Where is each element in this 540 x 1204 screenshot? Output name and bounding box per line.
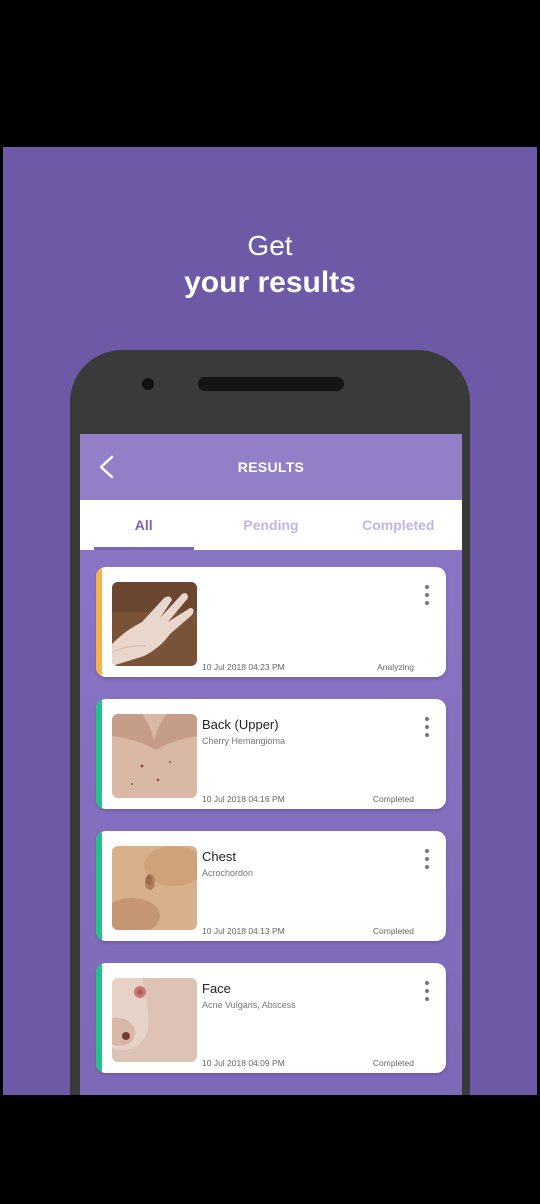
result-card[interactable]: 10 Jul 2018 04:23 PM Analyzing	[96, 567, 446, 677]
back-skin-photo-image	[112, 714, 197, 798]
result-card[interactable]: Face Acne Vulgaris, Abscess 10 Jul 2018 …	[96, 963, 446, 1073]
status-indicator-bar	[96, 831, 102, 941]
status-indicator-bar	[96, 699, 102, 809]
result-thumbnail	[112, 582, 197, 666]
result-thumbnail	[112, 714, 197, 798]
results-list: 10 Jul 2018 04:23 PM Analyzing Back (Upp…	[96, 567, 446, 1095]
face-skin-photo-image	[112, 978, 197, 1062]
speaker-grille	[198, 377, 344, 391]
camera-icon	[142, 378, 154, 390]
result-body-location: Back (Upper)	[202, 717, 279, 732]
result-status: Analyzing	[377, 662, 414, 672]
result-body-location: Chest	[202, 849, 236, 864]
more-vertical-icon[interactable]	[420, 717, 434, 737]
status-indicator-bar	[96, 567, 102, 677]
result-diagnosis: Acne Vulgaris, Abscess	[202, 1000, 296, 1010]
result-card[interactable]: Chest Acrochordon 10 Jul 2018 04:13 PM C…	[96, 831, 446, 941]
result-datetime: 10 Jul 2018 04:23 PM	[202, 662, 285, 672]
headline: Get your results	[3, 229, 537, 301]
headline-line2: your results	[184, 266, 356, 299]
result-thumbnail	[112, 978, 197, 1062]
result-diagnosis: Acrochordon	[202, 868, 254, 878]
result-diagnosis: Cherry Hemangioma	[202, 736, 286, 746]
phone-mockup: RESULTS All Pending Completed 10 Jul 201…	[70, 350, 470, 1095]
chest-skin-photo-image	[112, 846, 197, 930]
tab-completed[interactable]: Completed	[335, 500, 462, 550]
more-vertical-icon[interactable]	[420, 585, 434, 605]
chevron-left-icon[interactable]	[96, 455, 118, 479]
more-vertical-icon[interactable]	[420, 849, 434, 869]
tab-bar: All Pending Completed	[80, 500, 462, 550]
more-vertical-icon[interactable]	[420, 981, 434, 1001]
headline-line1: Get	[247, 230, 293, 261]
result-datetime: 10 Jul 2018 04:13 PM	[202, 926, 285, 936]
tab-all[interactable]: All	[80, 500, 207, 550]
result-thumbnail	[112, 846, 197, 930]
result-datetime: 10 Jul 2018 04:16 PM	[202, 794, 285, 804]
result-body-location: Face	[202, 981, 231, 996]
app-screen: RESULTS All Pending Completed 10 Jul 201…	[80, 434, 462, 1095]
status-indicator-bar	[96, 963, 102, 1073]
result-datetime: 10 Jul 2018 04:09 PM	[202, 1058, 285, 1068]
result-status: Completed	[372, 926, 414, 936]
result-status: Completed	[372, 794, 414, 804]
hand-photo-image	[112, 582, 197, 666]
app-bar-title: RESULTS	[237, 459, 305, 475]
result-card[interactable]: Back (Upper) Cherry Hemangioma 10 Jul 20…	[96, 699, 446, 809]
app-bar: RESULTS	[80, 434, 462, 500]
promo-background: Get your results RESULTS All Pending Com…	[3, 147, 537, 1095]
tab-pending[interactable]: Pending	[207, 500, 334, 550]
result-status: Completed	[372, 1058, 414, 1068]
active-tab-indicator	[94, 547, 194, 550]
